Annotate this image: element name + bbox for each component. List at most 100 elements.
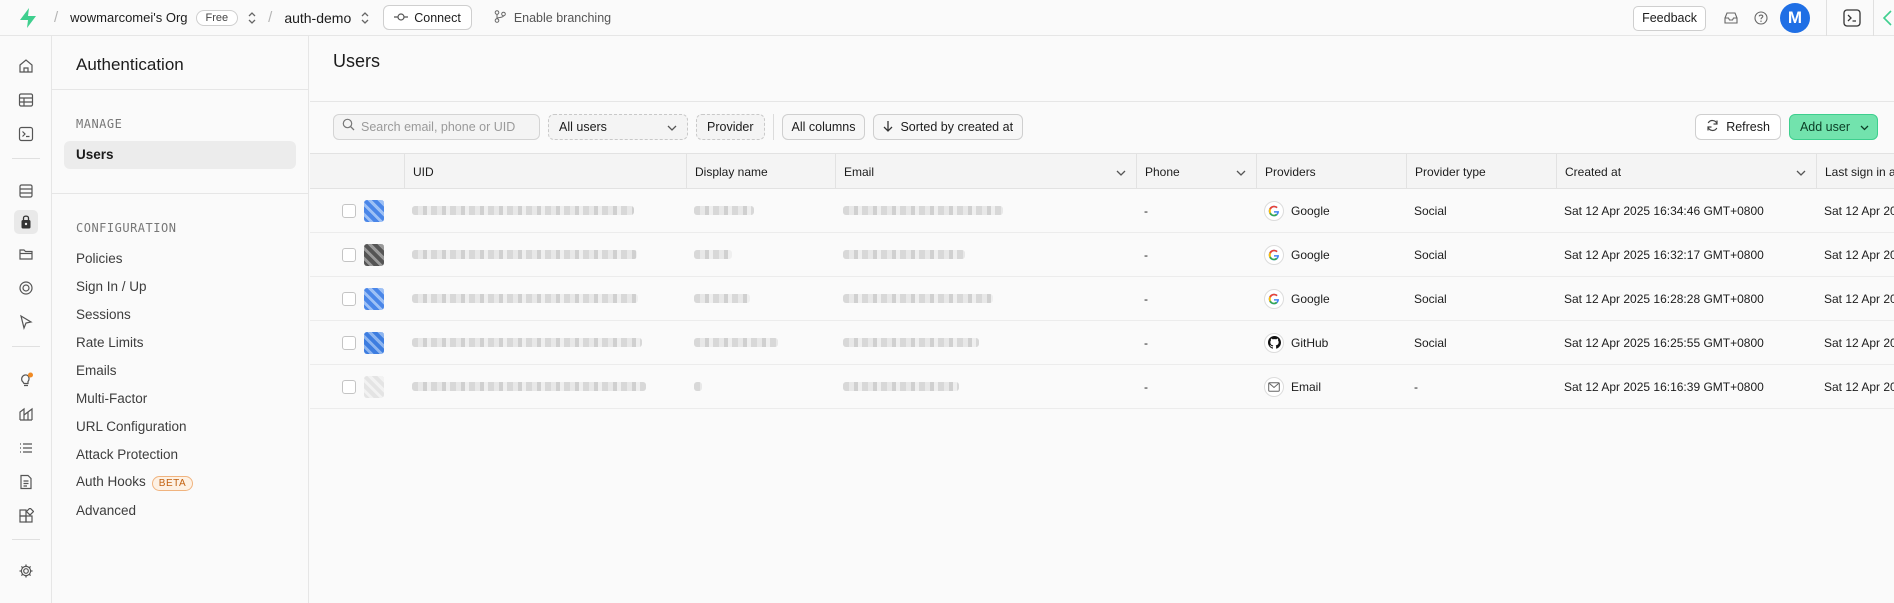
- chevron-down-icon[interactable]: [1116, 165, 1126, 179]
- database-icon[interactable]: [14, 179, 38, 203]
- provider-filter-button[interactable]: Provider: [696, 114, 765, 140]
- org-switcher-chevron-icon[interactable]: [248, 11, 256, 24]
- sidebar-item-advanced[interactable]: Advanced: [76, 503, 136, 518]
- beta-badge: BETA: [151, 476, 194, 491]
- sidebar-item-emails[interactable]: Emails: [76, 363, 117, 378]
- row-checkbox[interactable]: [342, 291, 356, 306]
- chevron-down-icon[interactable]: [1236, 165, 1246, 179]
- api-docs-icon[interactable]: [14, 470, 38, 494]
- row-checkbox[interactable]: [342, 379, 356, 394]
- refresh-button[interactable]: Refresh: [1695, 114, 1781, 140]
- table-editor-icon[interactable]: [14, 88, 38, 112]
- settings-gear-icon[interactable]: [14, 559, 38, 583]
- sidebar-item-attack-protection[interactable]: Attack Protection: [76, 447, 178, 462]
- git-branch-icon: [494, 9, 506, 26]
- home-icon[interactable]: [14, 54, 38, 78]
- project-name[interactable]: auth-demo: [284, 10, 351, 26]
- sort-button[interactable]: Sorted by created at: [873, 114, 1024, 140]
- help-icon[interactable]: [1750, 7, 1772, 29]
- sidebar-item-url-configuration[interactable]: URL Configuration: [76, 419, 187, 434]
- table-row[interactable]: - GitHub Social Sat 12 Apr 2025 16:25:55…: [310, 321, 1894, 365]
- project-switcher-chevron-icon[interactable]: [361, 11, 369, 24]
- user-filter-label: All users: [559, 120, 607, 134]
- avatar: [364, 287, 384, 310]
- terminal-icon[interactable]: [1841, 7, 1863, 29]
- chevron-down-icon[interactable]: [1796, 165, 1806, 179]
- phone-cell: -: [1144, 335, 1148, 350]
- provider-type-cell: Social: [1414, 291, 1447, 306]
- column-header-email[interactable]: Email: [835, 154, 1136, 189]
- inbox-icon[interactable]: [1720, 7, 1742, 29]
- sidebar-item-sign-in-up[interactable]: Sign In / Up: [76, 279, 147, 294]
- phone-cell: -: [1144, 379, 1148, 394]
- sidebar-item-auth-hooks[interactable]: Auth Hooks BETA: [76, 474, 194, 491]
- row-checkbox[interactable]: [342, 335, 356, 350]
- redacted-name: [694, 294, 750, 303]
- row-checkbox[interactable]: [342, 247, 356, 262]
- table-row[interactable]: - Google Social Sat 12 Apr 2025 16:34:46…: [310, 189, 1894, 233]
- plug-icon: [394, 11, 409, 25]
- email-cell: [835, 365, 1136, 408]
- column-header-provider-type[interactable]: Provider type: [1406, 154, 1556, 189]
- add-user-button[interactable]: Add user: [1788, 114, 1878, 140]
- provider-type-cell: -: [1414, 379, 1418, 394]
- filter-toolbar: All users Provider All columns Sorted by…: [333, 114, 1024, 140]
- avatar-cell: [356, 321, 396, 364]
- redacted-email: [843, 294, 993, 303]
- user-filter-dropdown[interactable]: All users: [548, 114, 688, 140]
- sidebar-item-users[interactable]: Users: [64, 141, 296, 169]
- redacted-uid: [412, 338, 642, 347]
- all-columns-button[interactable]: All columns: [781, 114, 866, 140]
- branching-label: Enable branching: [513, 10, 612, 25]
- user-avatar[interactable]: M: [1780, 3, 1810, 33]
- sidebar-item-sessions[interactable]: Sessions: [76, 307, 131, 322]
- column-header-last-sign-in[interactable]: Last sign in at: [1816, 154, 1894, 189]
- assistant-icon[interactable]: [1880, 7, 1894, 29]
- redacted-name: [694, 338, 778, 347]
- uid-cell: [404, 365, 686, 408]
- provider-cell: Google: [1256, 189, 1406, 232]
- reports-icon[interactable]: [14, 402, 38, 426]
- arrow-down-icon: [883, 120, 893, 135]
- google-icon: [1264, 200, 1284, 221]
- edge-functions-icon[interactable]: [14, 310, 38, 334]
- column-header-display-name[interactable]: Display name: [686, 154, 835, 189]
- last-sign-in-cell: Sat 12 Apr 2025: [1824, 291, 1894, 306]
- display-name-cell: [686, 321, 835, 364]
- column-header-providers[interactable]: Providers: [1256, 154, 1406, 189]
- advisors-lightbulb-icon[interactable]: [14, 368, 38, 392]
- provider-cell: Email: [1256, 365, 1406, 408]
- column-header-uid[interactable]: UID: [404, 154, 686, 189]
- authentication-icon[interactable]: [14, 210, 38, 234]
- sidebar-item-multi-factor[interactable]: Multi-Factor: [76, 391, 147, 406]
- column-header-phone[interactable]: Phone: [1136, 154, 1256, 189]
- table-row[interactable]: - Google Social Sat 12 Apr 2025 16:28:28…: [310, 277, 1894, 321]
- feedback-button[interactable]: Feedback: [1633, 5, 1706, 31]
- sidebar-item-rate-limits[interactable]: Rate Limits: [76, 335, 144, 350]
- table-row[interactable]: - Google Social Sat 12 Apr 2025 16:32:17…: [310, 233, 1894, 277]
- sidebar-title: Authentication: [76, 55, 184, 74]
- row-checkbox[interactable]: [342, 203, 356, 218]
- created-at-cell: Sat 12 Apr 2025 16:32:17 GMT+0800: [1564, 247, 1764, 262]
- search-input[interactable]: [361, 120, 531, 134]
- icon-rail: [0, 36, 52, 603]
- logs-icon[interactable]: [14, 436, 38, 460]
- google-icon: [1264, 244, 1284, 265]
- connect-button[interactable]: Connect: [383, 5, 472, 30]
- sidebar-item-policies[interactable]: Policies: [76, 251, 123, 266]
- org-name[interactable]: wowmarcomei's Org: [70, 10, 187, 25]
- rail-divider: [12, 539, 40, 540]
- chevron-down-icon[interactable]: [1860, 120, 1869, 134]
- enable-branching-button[interactable]: Enable branching: [494, 9, 612, 26]
- realtime-icon[interactable]: [14, 276, 38, 300]
- table-row[interactable]: - Email - Sat 12 Apr 2025 16:16:39 GMT+0…: [310, 365, 1894, 409]
- supabase-logo-icon[interactable]: [14, 0, 42, 36]
- sql-editor-icon[interactable]: [14, 122, 38, 146]
- integrations-icon[interactable]: [14, 504, 38, 528]
- provider-name: Email: [1291, 379, 1322, 394]
- uid-cell: [404, 321, 686, 364]
- storage-icon[interactable]: [14, 242, 38, 266]
- table-header: UID Display name Email Phone Providers P…: [310, 153, 1894, 189]
- rail-divider: [12, 346, 40, 347]
- column-header-created-at[interactable]: Created at: [1556, 154, 1816, 189]
